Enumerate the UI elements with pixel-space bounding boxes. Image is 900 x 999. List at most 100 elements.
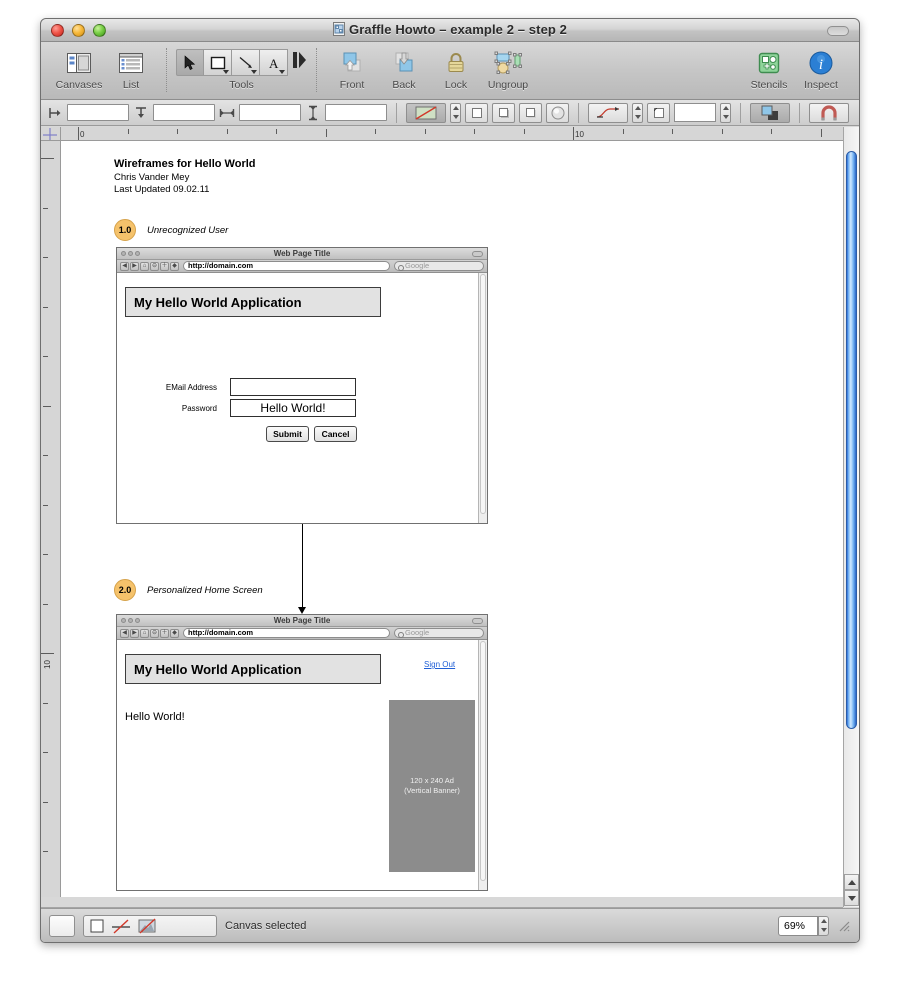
toolbar-front-button[interactable]: Front: [326, 46, 378, 91]
x-position-field[interactable]: [67, 104, 129, 121]
browser-1-scroll-thumb[interactable]: [480, 274, 486, 514]
cancel-button[interactable]: Cancel: [314, 426, 357, 442]
zoom-value[interactable]: 69%: [778, 915, 818, 936]
ruler-tick: [43, 257, 48, 258]
step-badge-1[interactable]: 1.0: [114, 219, 136, 241]
zoom-control[interactable]: 69%: [778, 915, 829, 936]
scroll-up-button[interactable]: [844, 874, 859, 890]
toolbar-ungroup-button[interactable]: Ungroup: [482, 46, 534, 91]
lock-icon: [445, 49, 467, 77]
color-well-icon: [761, 105, 778, 120]
browser-1-titlebar: Web Page Title: [117, 248, 487, 260]
browser-1-scrollbar[interactable]: [478, 273, 487, 523]
email-field[interactable]: [230, 378, 356, 396]
line-stepper[interactable]: [632, 102, 643, 123]
toolbar-inspect-label: Inspect: [804, 79, 838, 91]
sign-out-link[interactable]: Sign Out: [424, 660, 455, 669]
browser-1-viewport[interactable]: My Hello World Application EMail Address…: [117, 273, 487, 523]
height-field[interactable]: [325, 104, 387, 121]
browser-stop-icon[interactable]: ⊖: [150, 628, 159, 638]
tool-line-button[interactable]: [232, 49, 260, 76]
browser-2-scrollbar[interactable]: [478, 640, 487, 890]
toolbar-separator: [166, 48, 167, 92]
status-bar: Canvas selected 69%: [41, 908, 859, 942]
ruler-origin-corner[interactable]: [41, 127, 61, 141]
scroll-down-button[interactable]: [844, 890, 859, 906]
ungroup-icon: [493, 49, 523, 77]
tool-shape-button[interactable]: [204, 49, 232, 76]
toolbar-back-button[interactable]: Back: [378, 46, 430, 91]
window-titlebar[interactable]: Graffle Howto – example 2 – step 2: [41, 19, 859, 42]
color-well-button[interactable]: [750, 102, 790, 123]
magnets-button[interactable]: [809, 102, 849, 123]
submit-button[interactable]: Submit: [266, 426, 309, 442]
canvas-vertical-scrollbar[interactable]: [843, 127, 859, 907]
browser-back-icon[interactable]: ◀: [120, 261, 129, 271]
zoom-stepper[interactable]: [818, 915, 829, 936]
stencils-icon: [756, 49, 782, 77]
browser-2-viewport[interactable]: My Hello World Application Sign Out Hell…: [117, 640, 487, 890]
browser-bookmark-icon[interactable]: ◆: [170, 261, 179, 271]
ruler-label: 10: [43, 660, 52, 669]
line-style-button[interactable]: [588, 102, 628, 123]
ruler-tick: [43, 851, 48, 852]
ad-placeholder[interactable]: 120 x 240 Ad (Vertical Banner): [389, 700, 475, 872]
shadow-blur-button[interactable]: [546, 102, 569, 123]
fill-swatch-icon[interactable]: [49, 914, 75, 937]
corner-radius-stepper[interactable]: [720, 102, 731, 123]
browser-forward-icon[interactable]: ▶: [130, 261, 139, 271]
shadow-none-button[interactable]: [465, 102, 488, 123]
corner-radius-button[interactable]: [647, 102, 670, 123]
password-field[interactable]: Hello World!: [230, 399, 356, 417]
browser-add-icon[interactable]: ＋: [160, 261, 169, 271]
vertical-ruler[interactable]: 10: [41, 141, 61, 897]
toolbar-stencils-button[interactable]: Stencils: [743, 46, 795, 91]
browser-toolbar-toggle-icon[interactable]: [472, 618, 483, 624]
toolbar-stencils-label: Stencils: [750, 79, 788, 91]
toolbar-list-button[interactable]: List: [105, 46, 157, 91]
ruler-tick: [43, 801, 48, 803]
browser-bookmark-icon[interactable]: ◆: [170, 628, 179, 638]
browser-mock-1[interactable]: Web Page Title ◀ ▶ ⌂ ⊖ ＋ ◆ http://domain…: [116, 247, 488, 524]
browser-1-url[interactable]: http://domain.com: [183, 261, 390, 271]
shadow-drop-button[interactable]: [492, 102, 515, 123]
fill-style-button[interactable]: [406, 102, 446, 123]
step-badge-2[interactable]: 2.0: [114, 579, 136, 601]
browser-back-icon[interactable]: ◀: [120, 628, 129, 638]
horizontal-ruler[interactable]: 0 10: [61, 127, 859, 141]
y-position-field[interactable]: [153, 104, 215, 121]
style-well[interactable]: [83, 914, 217, 937]
browser-mock-2[interactable]: Web Page Title ◀ ▶ ⌂ ⊖ ＋ ◆ http://domain…: [116, 614, 488, 891]
password-value: Hello World!: [260, 401, 326, 415]
shadow-none-icon: [471, 107, 482, 118]
browser-1-search[interactable]: Google: [394, 261, 484, 271]
resize-grip-icon[interactable]: [837, 919, 851, 933]
browser-home-icon[interactable]: ⌂: [140, 261, 149, 271]
vertical-scroll-thumb[interactable]: [846, 151, 857, 729]
toolbar-inspect-button[interactable]: i Inspect: [795, 46, 847, 91]
tool-select-button[interactable]: [176, 49, 204, 76]
toolbar-lock-button[interactable]: Lock: [430, 46, 482, 91]
fill-stepper[interactable]: [450, 102, 461, 123]
triangle-up-icon: [847, 879, 856, 885]
browser-toolbar-toggle-icon[interactable]: [472, 251, 483, 257]
toolbar-toggle-icon[interactable]: [827, 26, 849, 36]
canvas-page[interactable]: Wireframes for Hello World Chris Vander …: [61, 141, 859, 897]
corner-radius-field[interactable]: [674, 103, 716, 122]
canvas-scroll-area[interactable]: Wireframes for Hello World Chris Vander …: [61, 141, 859, 897]
browser-home-icon[interactable]: ⌂: [140, 628, 149, 638]
browser-2-scroll-thumb[interactable]: [480, 641, 486, 881]
browser-2-url[interactable]: http://domain.com: [183, 628, 390, 638]
tool-palette: A: [176, 49, 307, 76]
browser-add-icon[interactable]: ＋: [160, 628, 169, 638]
width-field[interactable]: [239, 104, 301, 121]
chevron-down-icon: [279, 70, 285, 74]
tool-palette-arrow-icon[interactable]: [293, 50, 307, 75]
tool-text-button[interactable]: A: [260, 49, 288, 76]
browser-forward-icon[interactable]: ▶: [130, 628, 139, 638]
toolbar-canvases-button[interactable]: Canvases: [53, 46, 105, 91]
browser-2-search[interactable]: Google: [394, 628, 484, 638]
magnets-icon: [821, 104, 837, 120]
browser-stop-icon[interactable]: ⊖: [150, 261, 159, 271]
shadow-soft-button[interactable]: [519, 102, 542, 123]
